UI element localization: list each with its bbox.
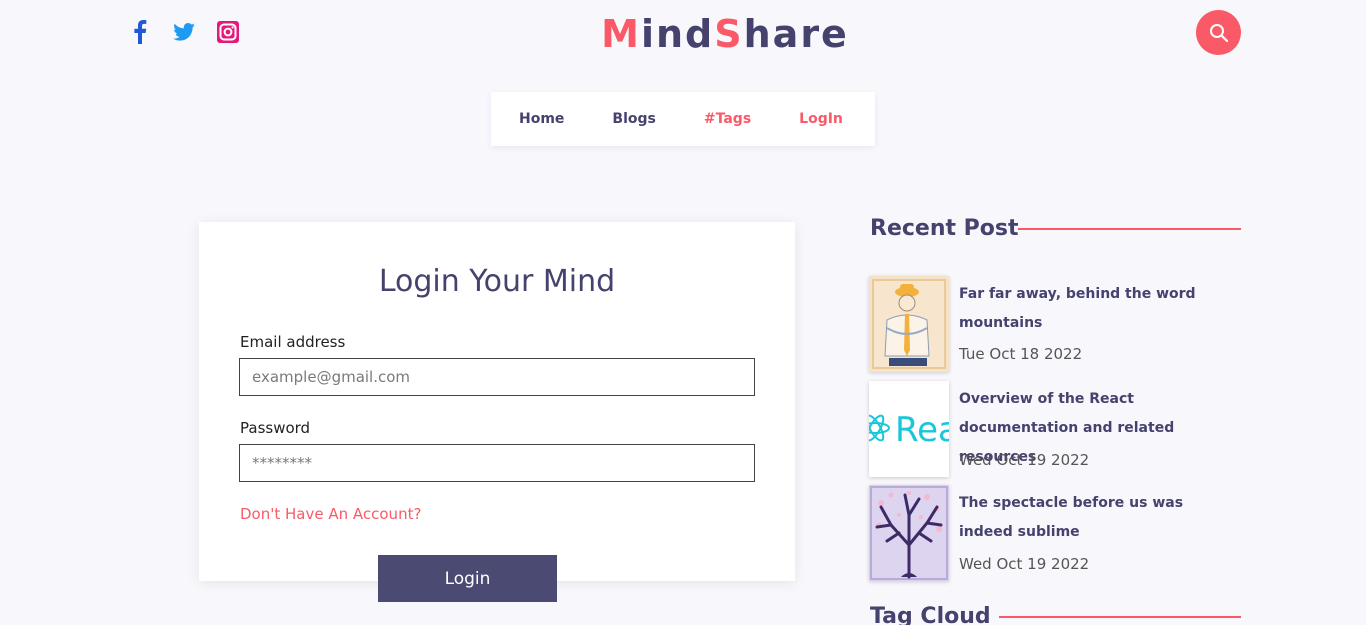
site-logo[interactable]: MindShare	[0, 12, 1366, 56]
login-button[interactable]: Login	[378, 555, 557, 602]
post-date: Wed Oct 19 2022	[959, 555, 1090, 573]
recent-post-item[interactable]: Rea Overview of the React documentation …	[869, 381, 1241, 477]
nav-login[interactable]: LogIn	[799, 111, 843, 127]
search-icon	[1209, 23, 1228, 42]
recent-post-item[interactable]: Far far away, behind the word mountains …	[869, 276, 1241, 372]
email-label: Email address	[240, 333, 346, 351]
tag-cloud-heading: Tag Cloud	[870, 604, 991, 625]
search-button[interactable]	[1196, 10, 1241, 55]
nav-tags[interactable]: #Tags	[704, 111, 751, 127]
post-thumbnail[interactable]	[869, 276, 949, 372]
heading-divider	[999, 616, 1241, 618]
post-title[interactable]: Far far away, behind the word mountains	[959, 280, 1241, 338]
signup-link[interactable]: Don't Have An Account?	[240, 505, 421, 523]
recent-post-heading: Recent Post	[870, 216, 1019, 241]
nav-blogs[interactable]: Blogs	[612, 111, 655, 127]
password-field[interactable]	[239, 444, 755, 482]
post-thumbnail[interactable]	[869, 485, 949, 581]
nav-home[interactable]: Home	[519, 111, 564, 127]
login-title: Login Your Mind	[378, 264, 616, 299]
post-date: Tue Oct 18 2022	[959, 345, 1083, 363]
react-thumb-text: Rea	[895, 410, 949, 450]
post-thumbnail[interactable]: Rea	[869, 381, 949, 477]
post-date: Wed Oct 19 2022	[959, 451, 1090, 469]
login-card: Login Your Mind Email address Password D…	[199, 222, 795, 581]
post-title[interactable]: The spectacle before us was indeed subli…	[959, 489, 1241, 547]
heading-divider	[1018, 228, 1241, 230]
main-nav: Home Blogs #Tags LogIn	[491, 92, 875, 146]
recent-post-item[interactable]: The spectacle before us was indeed subli…	[869, 485, 1241, 581]
email-field[interactable]	[239, 358, 755, 396]
password-label: Password	[240, 419, 311, 437]
